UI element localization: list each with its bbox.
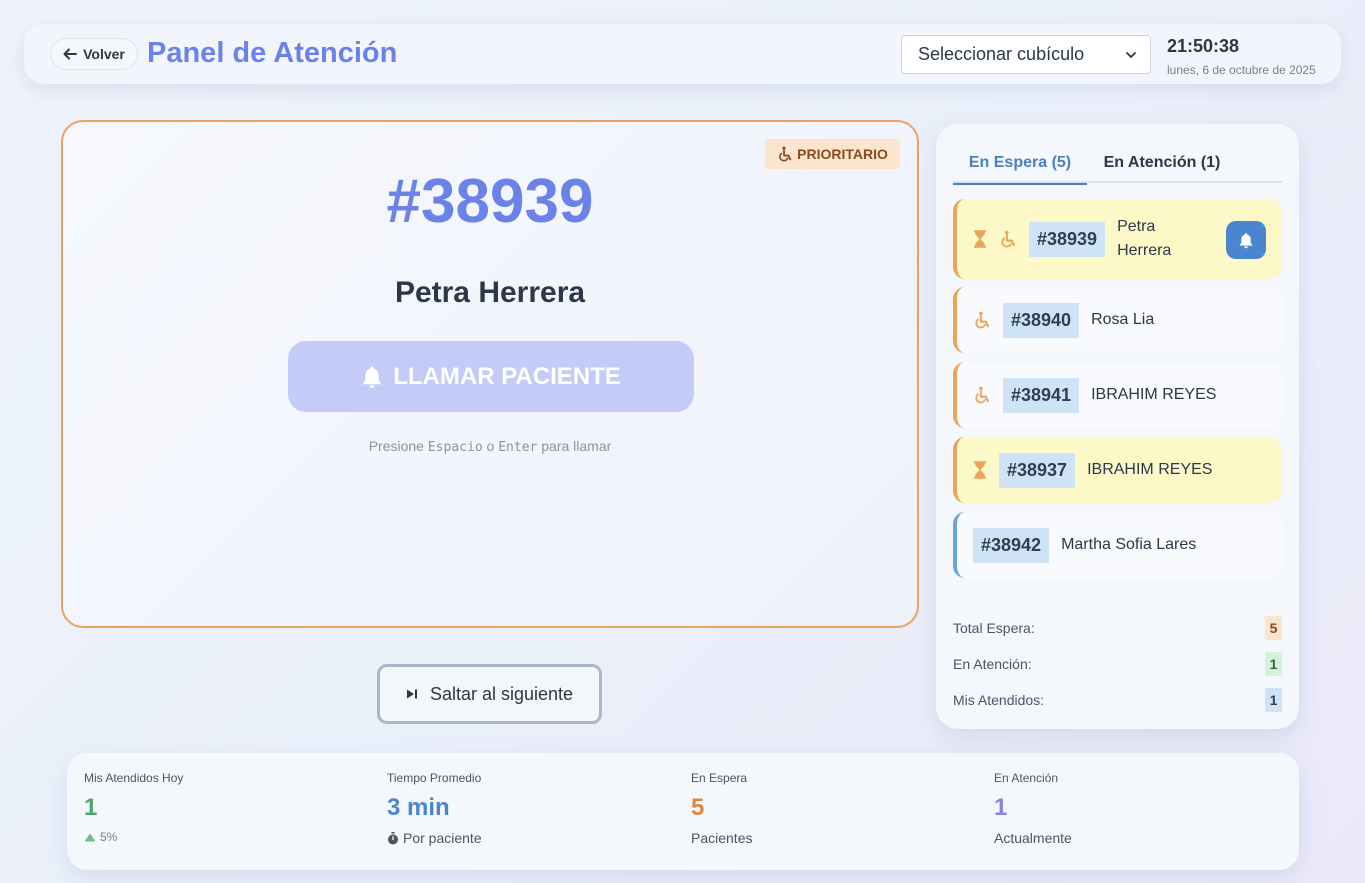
current-ticket-number: #38939 [386, 167, 594, 236]
queue-item[interactable]: #38937 IBRAHIM REYES [953, 437, 1282, 503]
stat-label: Mis Atendidos Hoy [84, 771, 184, 785]
stat-sub: Pacientes [691, 830, 753, 846]
queue-item[interactable]: #38941 IBRAHIM REYES [953, 362, 1282, 428]
summary-label: Mis Atendidos: [953, 692, 1045, 708]
priority-badge: PRIORITARIO [765, 139, 900, 169]
summary-total-waiting: Total Espera: 5 [953, 616, 1282, 640]
summary-my-attended: Mis Atendidos: 1 [953, 688, 1282, 712]
queue-item[interactable]: #38939 Petra Herrera [953, 199, 1282, 279]
stopwatch-icon [388, 831, 398, 844]
cubicle-select-value: Seleccionar cubículo [918, 44, 1085, 64]
summary-value: 1 [1265, 652, 1282, 676]
stat-value: 1 [994, 794, 1008, 821]
skip-next-label: Saltar al siguiente [429, 683, 574, 704]
bell-icon [1239, 232, 1253, 248]
stats-bar: Mis Atendidos Hoy 1 5% Tiempo Promedio 3… [67, 753, 1299, 870]
tab-in-attention[interactable]: En Atención (1) [1087, 142, 1237, 183]
tab-waiting[interactable]: En Espera (5) [953, 142, 1087, 185]
skip-next-button[interactable]: Saltar al siguiente [377, 664, 602, 724]
stat-sub: Actualmente [994, 830, 1072, 846]
queue-sidebar: En Espera (5) En Atención (1) #38939 Pet… [936, 124, 1299, 729]
stat-sub-label: Por paciente [403, 830, 482, 846]
keyboard-hint: Presione Espacio o Enter para llamar [63, 438, 917, 455]
queue-item[interactable]: #38942 Martha Sofia Lares [953, 512, 1282, 578]
call-patient-button[interactable]: LLAMAR PACIENTE [288, 341, 694, 412]
back-label: Volver [83, 46, 125, 62]
stat-trend: 5% [100, 830, 118, 844]
skip-forward-icon [406, 689, 417, 699]
hint-mid: o [486, 438, 495, 454]
queue-patient-name: IBRAHIM REYES [1091, 386, 1217, 403]
current-patient-name: Petra Herrera [394, 276, 586, 309]
queue-ticket: #38941 [1003, 377, 1080, 413]
hint-suffix: para llamar [541, 438, 612, 454]
page-title: Panel de Atención [147, 37, 398, 69]
hourglass-icon [974, 461, 986, 479]
wheelchair-icon [1001, 230, 1015, 248]
call-patient-label: LLAMAR PACIENTE [393, 362, 621, 390]
hint-key-enter: Enter [498, 440, 538, 455]
stat-label: En Espera [691, 771, 748, 785]
stat-label: En Atención [994, 771, 1059, 785]
wheelchair-icon [779, 146, 792, 162]
hint-prefix: Presione [368, 438, 424, 454]
triangle-up-icon [84, 833, 96, 841]
summary-value: 5 [1265, 616, 1282, 640]
stat-value: 1 [84, 794, 98, 821]
queue-patient-name: Martha Sofia Lares [1061, 536, 1197, 553]
clock-date: lunes, 6 de octubre de 2025 [1167, 63, 1316, 77]
cubicle-select[interactable]: Seleccionar cubículo [901, 35, 1151, 74]
wheelchair-icon [975, 386, 989, 404]
stat-sub: Por paciente [387, 830, 482, 846]
hint-key-space: Espacio [427, 440, 483, 455]
chevron-down-icon [1126, 52, 1136, 59]
queue-patient-name: IBRAHIM REYES [1087, 461, 1213, 478]
stat-waiting: En Espera 5 Pacientes [691, 771, 752, 846]
stat-sub: 5% [84, 830, 183, 844]
back-button[interactable]: Volver [50, 38, 138, 70]
summary-value: 1 [1265, 688, 1282, 712]
queue-patient-name: Petra Herrera [1117, 218, 1172, 259]
top-header: Volver Panel de Atención Seleccionar cub… [24, 24, 1341, 84]
wheelchair-icon [975, 311, 989, 329]
clock-time: 21:50:38 [1167, 36, 1240, 56]
stat-attended-today: Mis Atendidos Hoy 1 5% [84, 771, 183, 844]
queue-tabs: En Espera (5) En Atención (1) [953, 142, 1282, 185]
summary-in-attention: En Atención: 1 [953, 652, 1282, 676]
summary-label: En Atención: [953, 656, 1032, 672]
stat-in-attention: En Atención 1 Actualmente [994, 771, 1072, 846]
arrow-left-icon [63, 48, 78, 60]
stat-label: Tiempo Promedio [387, 771, 482, 785]
queue-item[interactable]: #38940 Rosa Lia [953, 287, 1282, 353]
summary-label: Total Espera: [953, 620, 1035, 636]
stat-value: 5 [691, 794, 705, 821]
hourglass-icon [974, 230, 986, 248]
stat-value: 3 min [387, 794, 450, 821]
queue-ticket: #38939 [1029, 221, 1106, 257]
queue-patient-name: Rosa Lia [1091, 311, 1155, 328]
queue-ticket: #38937 [999, 452, 1076, 488]
priority-badge-label: PRIORITARIO [797, 146, 888, 162]
bell-icon [363, 366, 382, 388]
current-patient-card: PRIORITARIO #38939 Petra Herrera LLAMAR … [61, 120, 919, 628]
stat-average-time: Tiempo Promedio 3 min Por paciente [387, 771, 482, 846]
call-bell-button[interactable] [1226, 221, 1266, 259]
queue-ticket: #38942 [973, 527, 1050, 563]
clock: 21:50:38 lunes, 6 de octubre de 2025 [1167, 36, 1316, 77]
queue-ticket: #38940 [1003, 302, 1080, 338]
